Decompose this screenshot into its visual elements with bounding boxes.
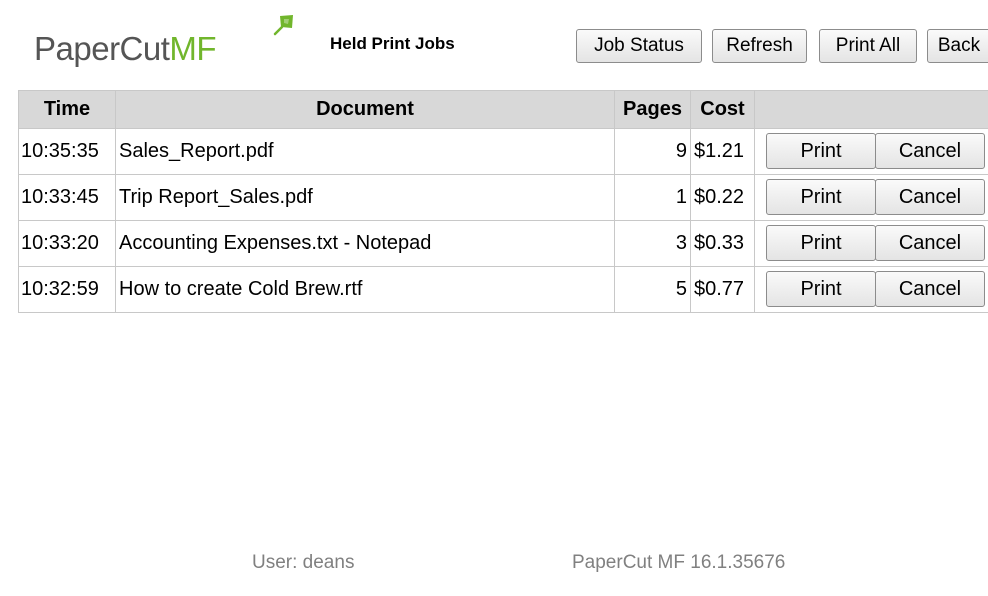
job-document: Trip Report_Sales.pdf	[115, 174, 615, 221]
table-row: 10:33:20 Accounting Expenses.txt - Notep…	[18, 220, 988, 267]
column-header-time: Time	[18, 90, 116, 129]
job-pages: 3	[614, 220, 691, 267]
version-label: PaperCut MF 16.1.35676	[572, 552, 786, 573]
job-time: 10:32:59	[18, 266, 116, 313]
page-title: Held Print Jobs	[330, 34, 455, 53]
job-time: 10:33:20	[18, 220, 116, 267]
print-job-button[interactable]: Print	[766, 133, 876, 169]
job-cost: $0.22	[690, 174, 755, 221]
job-pages: 1	[614, 174, 691, 221]
current-user-label: User: deans	[252, 552, 355, 573]
job-time: 10:33:45	[18, 174, 116, 221]
cancel-job-button[interactable]: Cancel	[875, 133, 985, 169]
column-header-document: Document	[115, 90, 615, 129]
cancel-job-button[interactable]: Cancel	[875, 271, 985, 307]
job-actions: Print Cancel	[754, 266, 988, 313]
print-job-button[interactable]: Print	[766, 179, 876, 215]
job-pages: 9	[614, 128, 691, 175]
table-row: 10:35:35 Sales_Report.pdf 9 $1.21 Print …	[18, 128, 988, 175]
job-cost: $1.21	[690, 128, 755, 175]
print-job-button[interactable]: Print	[766, 225, 876, 261]
column-header-pages: Pages	[614, 90, 691, 129]
job-document: Sales_Report.pdf	[115, 128, 615, 175]
column-header-cost: Cost	[690, 90, 755, 129]
refresh-button[interactable]: Refresh	[712, 29, 807, 63]
job-cost: $0.77	[690, 266, 755, 313]
back-button[interactable]: Back	[927, 29, 988, 63]
logo-brand-main: PaperCut	[34, 30, 170, 67]
job-cost: $0.33	[690, 220, 755, 267]
job-document: How to create Cold Brew.rtf	[115, 266, 615, 313]
job-document: Accounting Expenses.txt - Notepad	[115, 220, 615, 267]
print-job-button[interactable]: Print	[766, 271, 876, 307]
logo-brand-suffix: MF	[169, 30, 217, 67]
table-row: 10:32:59 How to create Cold Brew.rtf 5 $…	[18, 266, 988, 313]
job-actions: Print Cancel	[754, 174, 988, 221]
print-all-button[interactable]: Print All	[819, 29, 917, 63]
cancel-job-button[interactable]: Cancel	[875, 225, 985, 261]
held-jobs-table: Time Document Pages Cost 10:35:35 Sales_…	[18, 90, 988, 313]
job-pages: 5	[614, 266, 691, 313]
job-actions: Print Cancel	[754, 220, 988, 267]
logo-wordmark: PaperCutMF	[34, 30, 217, 67]
job-actions: Print Cancel	[754, 128, 988, 175]
cancel-job-button[interactable]: Cancel	[875, 179, 985, 215]
job-time: 10:35:35	[18, 128, 116, 175]
papercut-leaf-icon	[273, 15, 293, 36]
papercut-logo: PaperCutMF	[34, 12, 304, 72]
column-header-actions	[754, 90, 988, 129]
table-header-row: Time Document Pages Cost	[18, 90, 988, 129]
job-status-button[interactable]: Job Status	[576, 29, 702, 63]
table-row: 10:33:45 Trip Report_Sales.pdf 1 $0.22 P…	[18, 174, 988, 221]
